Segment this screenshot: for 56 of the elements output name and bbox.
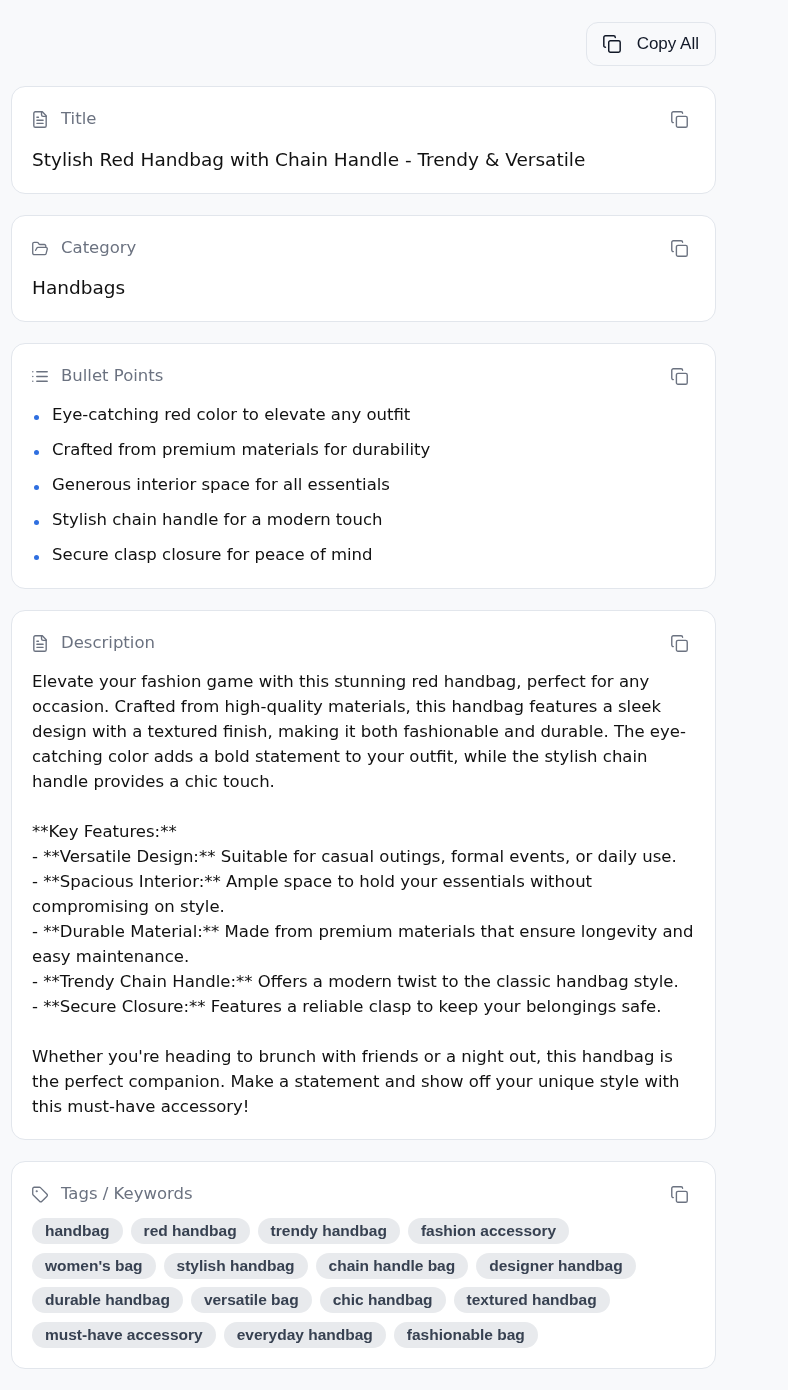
section-label: Tags / Keywords — [61, 1182, 193, 1205]
bullet-text: Stylish chain handle for a modern touch — [52, 508, 383, 531]
copy-all-button[interactable]: Copy All — [585, 22, 716, 66]
tag-chip[interactable]: versatile bag — [190, 1287, 312, 1313]
tag-chip[interactable]: chic handbag — [319, 1287, 446, 1313]
copy-icon — [670, 239, 688, 257]
bullet-icon — [34, 449, 39, 455]
copy-icon — [670, 367, 688, 385]
bullet-text: Secure clasp closure for peace of mind — [52, 543, 373, 566]
copy-button[interactable] — [670, 1185, 688, 1203]
description-text: - **Durable Material:** Made from premium materials that ensure longevity and easy maintenance. — [32, 921, 695, 968]
tag-chip[interactable]: fashion accessory — [407, 1218, 570, 1244]
description-text: - **Trendy Chain Handle:** Offers a modern twist to the classic handbag style. — [32, 971, 680, 993]
tag-chip[interactable]: designer handbag — [476, 1252, 636, 1279]
bullet-icon — [34, 554, 39, 560]
tag-icon — [32, 1185, 48, 1203]
category-value: Handbags — [32, 276, 127, 300]
tag-chip[interactable]: fashionable bag — [393, 1321, 538, 1348]
bullet-icon — [34, 484, 39, 490]
description-text: Whether you're heading to brunch with friends or a night out, this handbag is the perfect companion. Make a statement and show off your unique style with this must-have accessory! — [32, 1046, 681, 1118]
tag-chip[interactable]: durable handbag — [32, 1287, 183, 1313]
bullet-icon — [34, 519, 39, 525]
description-text: - **Versatile Design:** Suitable for casual outings, formal events, or daily use. — [32, 846, 678, 868]
tag-chip[interactable]: everyday handbag — [223, 1321, 386, 1348]
bullet-icon — [34, 414, 39, 420]
folder-icon — [32, 239, 48, 257]
title-value: Stylish Red Handbag with Chain Handle - Trendy & Versatile — [32, 148, 587, 172]
section-label: Bullet Points — [61, 364, 164, 387]
description-text: **Key Features:** — [32, 821, 178, 843]
tag-chip[interactable]: chain handle bag — [315, 1252, 469, 1279]
document-icon — [32, 634, 48, 652]
document-icon — [32, 110, 48, 128]
copy-button[interactable] — [670, 110, 688, 128]
section-label: Description — [61, 631, 155, 654]
tag-chip[interactable]: trendy handbag — [257, 1218, 400, 1244]
section-label: Category — [61, 236, 137, 259]
tag-chip[interactable]: stylish handbag — [163, 1252, 308, 1279]
tag-chip[interactable]: women's bag — [32, 1252, 156, 1279]
copy-icon — [670, 1185, 688, 1203]
tag-chip[interactable]: textured handbag — [453, 1287, 610, 1313]
description-text: Elevate your fashion game with this stunning red handbag, perfect for any occasion. Crafted from high-quality materials, this handbag features a sleek design with a textured finish, making it both fashionable and durable. The eye-catching color adds a bold statement to your outfit, while the stylish chain handle provides a chic touch. — [32, 671, 687, 793]
tag-chip[interactable]: red handbag — [130, 1218, 250, 1244]
copy-icon — [670, 634, 688, 652]
description-text: - **Spacious Interior:** Ample space to hold your essentials without compromising on style. — [32, 871, 594, 918]
section-label: Title — [61, 107, 97, 130]
copy-button[interactable] — [670, 239, 688, 257]
copy-icon — [602, 35, 621, 53]
bullet-text: Crafted from premium materials for durability — [52, 438, 431, 461]
copy-button[interactable] — [670, 634, 688, 652]
copy-button[interactable] — [670, 367, 688, 385]
tag-chip[interactable]: must-have accessory — [32, 1321, 216, 1348]
bullet-text: Eye-catching red color to elevate any outfit — [52, 403, 411, 426]
tag-chip[interactable]: handbag — [32, 1218, 123, 1244]
description-text: - **Secure Closure:** Features a reliable clasp to keep your belongings safe. — [32, 996, 663, 1018]
copy-icon — [670, 110, 688, 128]
bullet-text: Generous interior space for all essentials — [52, 473, 390, 496]
